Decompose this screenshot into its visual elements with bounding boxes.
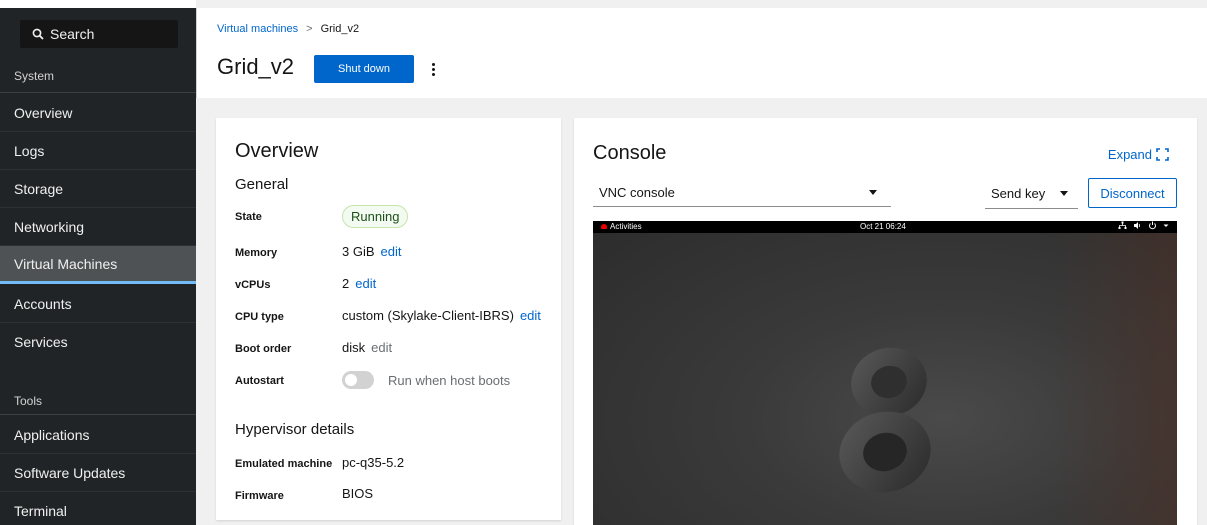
state-value: Running (342, 205, 409, 228)
breadcrumb-link-virtual-machines[interactable]: Virtual machines (217, 23, 298, 35)
section-tools: Tools (14, 394, 43, 408)
sidebar-item-overview[interactable]: Overview (0, 94, 196, 132)
sidebar-item-accounts[interactable]: Accounts (0, 285, 196, 323)
memory-row: 3 GiB edit (342, 244, 401, 259)
guest-activities: Activities (601, 222, 642, 231)
volume-icon (1134, 222, 1140, 229)
chevron-down-icon (1163, 224, 1169, 227)
send-key-label: Send key (991, 186, 1046, 201)
cputype-edit-link[interactable]: edit (520, 308, 541, 323)
sidebar-item-terminal[interactable]: Terminal (0, 492, 196, 525)
overview-title: Overview (235, 140, 319, 162)
page-header: Virtual machines > Grid_v2 Grid_v2 Shut … (196, 8, 1207, 98)
network-icon (1118, 221, 1127, 229)
sidebar-item-networking[interactable]: Networking (0, 208, 196, 246)
expand-label: Expand (1107, 147, 1152, 162)
chevron-down-icon (1060, 191, 1068, 196)
sidebar-item-software-updates[interactable]: Software Updates (0, 454, 196, 492)
sidebar-item-logs[interactable]: Logs (0, 132, 196, 170)
cputype-row: custom (Skylake-Client-IBRS) edit (342, 308, 541, 323)
page-title: Grid_v2 (217, 54, 295, 79)
shut-down-button[interactable]: Shut down (314, 55, 414, 83)
vnc-screen[interactable]: Activities Oct 21 06:24 (593, 221, 1177, 525)
cputype-label: CPU type (235, 311, 284, 323)
search-placeholder: Search (50, 26, 95, 42)
sidebar-item-storage[interactable]: Storage (0, 170, 196, 208)
expand-icon (1156, 148, 1169, 161)
breadcrumb: Virtual machines > Grid_v2 (217, 23, 359, 35)
vcpus-label: vCPUs (235, 279, 271, 291)
search-icon (32, 28, 44, 40)
cputype-value: custom (Skylake-Client-IBRS) (342, 308, 514, 323)
power-icon (1149, 221, 1156, 230)
emulated-value: pc-q35-5.2 (342, 455, 405, 470)
bootorder-row: disk edit (342, 340, 392, 355)
bootorder-label: Boot order (235, 343, 292, 355)
send-key-dropdown[interactable]: Send key (985, 179, 1078, 209)
chevron-down-icon (869, 190, 877, 195)
bootorder-edit-link: edit (371, 340, 393, 355)
autostart-row: Run when host boots (342, 371, 510, 389)
autostart-toggle-label: Run when host boots (388, 372, 511, 388)
autostart-toggle[interactable] (342, 371, 374, 389)
sidebar-item-applications[interactable]: Applications (0, 416, 196, 454)
console-type-select[interactable]: VNC console (593, 179, 891, 207)
console-title: Console (593, 142, 667, 164)
guest-status-area (1118, 221, 1169, 230)
memory-label: Memory (235, 247, 278, 259)
disconnect-button[interactable]: Disconnect (1088, 178, 1177, 208)
section-system: System (14, 69, 55, 83)
vcpus-value: 2 (342, 276, 350, 291)
memory-edit-link[interactable]: edit (381, 244, 402, 259)
hypervisor-heading: Hypervisor details (235, 421, 355, 438)
memory-value: 3 GiB (342, 244, 375, 259)
guest-top-bar: Activities Oct 21 06:24 (593, 221, 1177, 233)
redhat-icon (601, 224, 607, 229)
divider (0, 92, 196, 93)
status-badge: Running (342, 205, 409, 228)
sidebar-item-virtual-machines[interactable]: Virtual Machines (0, 246, 196, 284)
divider (0, 414, 196, 415)
expand-button[interactable]: Expand (1108, 147, 1169, 162)
sidebar: Search System Overview Logs Storage Netw… (0, 0, 196, 525)
console-type-value: VNC console (599, 185, 675, 200)
guest-activities-label: Activities (610, 222, 642, 231)
autostart-label: Autostart (235, 375, 284, 387)
search-input[interactable]: Search (20, 20, 178, 48)
console-card: Console Expand VNC console Send key Disc… (574, 118, 1197, 525)
overview-card: Overview General State Running Memory 3 … (216, 118, 561, 520)
bootorder-value: disk (342, 340, 366, 355)
os-version-logo (839, 347, 931, 493)
vcpus-edit-link[interactable]: edit (355, 276, 376, 291)
kebab-menu-icon[interactable] (425, 58, 441, 80)
firmware-label: Firmware (235, 490, 284, 502)
emulated-label: Emulated machine (235, 458, 333, 470)
guest-clock: Oct 21 06:24 (860, 222, 906, 231)
breadcrumb-current: Grid_v2 (320, 23, 360, 35)
firmware-value: BIOS (342, 486, 374, 501)
vcpus-row: 2 edit (342, 276, 376, 291)
general-heading: General (235, 176, 289, 193)
sidebar-item-services[interactable]: Services (0, 323, 196, 361)
breadcrumb-separator: > (306, 23, 313, 35)
state-label: State (235, 211, 262, 223)
